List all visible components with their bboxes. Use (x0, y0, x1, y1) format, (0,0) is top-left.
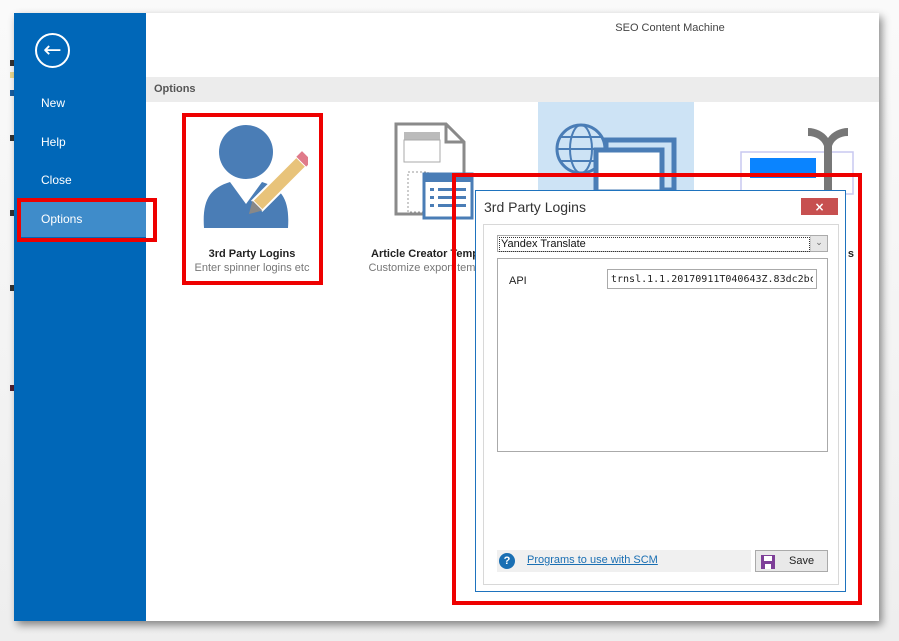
dialog-close-button[interactable]: × (801, 198, 838, 215)
window-title: SEO Content Machine (615, 22, 725, 34)
programs-help-link[interactable]: Programs to use with SCM (527, 554, 658, 566)
user-pencil-icon (203, 125, 308, 228)
close-icon: × (814, 199, 825, 214)
section-title: Options (154, 83, 196, 95)
help-bar: ? Programs to use with SCM (497, 550, 751, 572)
tile-title: s (847, 248, 854, 260)
backstage-sidebar: ← New Help Close Options (14, 13, 146, 621)
service-select[interactable]: Yandex Translate ⌄ (497, 235, 828, 252)
options-section-header: Options (146, 77, 879, 102)
api-key-input[interactable] (607, 269, 817, 289)
sidebar-item-options[interactable]: Options (20, 201, 146, 237)
sidebar-item-label: New (41, 96, 66, 110)
question-icon: ? (499, 553, 515, 569)
tile-3rd-party-logins[interactable]: 3rd Party Logins Enter spinner logins et… (184, 102, 320, 282)
tile-title: 3rd Party Logins (208, 248, 296, 260)
sidebar-item-help[interactable]: Help (14, 124, 146, 160)
service-select-value: Yandex Translate (499, 237, 810, 252)
dialog-body: Yandex Translate ⌄ API ? Programs to use… (483, 224, 839, 585)
tile-subtitle: Enter spinner logins etc (194, 262, 310, 274)
chevron-down-icon[interactable]: ⌄ (810, 236, 827, 251)
save-button[interactable]: Save (755, 550, 828, 572)
document-template-icon (394, 122, 474, 220)
sidebar-item-label: Options (41, 212, 83, 226)
api-label: API (509, 275, 527, 287)
third-party-logins-dialog: 3rd Party Logins × Yandex Translate ⌄ AP… (475, 190, 846, 592)
sidebar-item-label: Help (41, 135, 66, 149)
save-label: Save (789, 555, 815, 567)
sidebar-item-close[interactable]: Close (14, 162, 146, 198)
tile-globe-selected[interactable] (538, 102, 694, 192)
back-button[interactable]: ← (35, 33, 70, 68)
globe-windows-icon (555, 123, 677, 192)
arrow-left-icon: ← (43, 37, 62, 63)
sidebar-item-new[interactable]: New (14, 85, 146, 121)
floppy-disk-icon (761, 555, 775, 569)
sidebar-item-label: Close (41, 173, 72, 187)
dialog-title: 3rd Party Logins (484, 199, 586, 215)
credentials-panel: API (497, 258, 828, 452)
